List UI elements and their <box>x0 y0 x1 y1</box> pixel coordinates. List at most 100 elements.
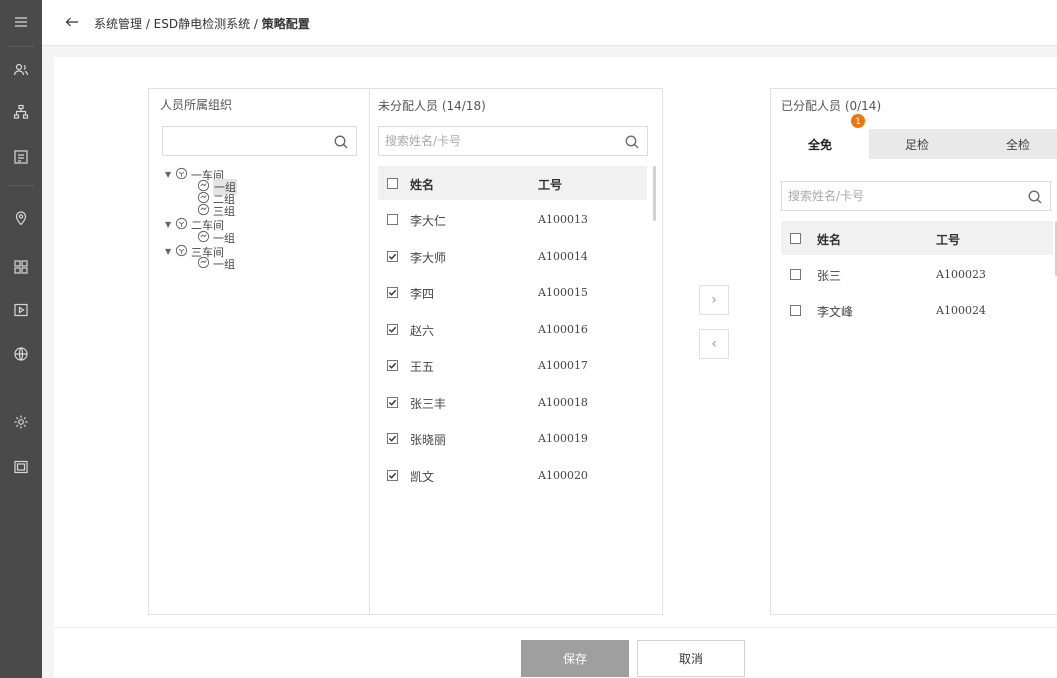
left-panel: 人员所属组织 ▼ 一车间 一组 二组 三组 ▼ 二车间 一组 ▼ 三车间 一组 未分配人员 (14/… <box>148 88 663 615</box>
row-checkbox[interactable] <box>790 305 801 316</box>
tree-node-group[interactable]: 一组 <box>197 256 235 272</box>
tab-foot-check[interactable]: 足检 <box>869 129 965 159</box>
table-row[interactable]: 张三 A100023 <box>781 257 1053 291</box>
workshop-icon <box>175 167 191 183</box>
org-chart-icon[interactable] <box>9 100 33 124</box>
row-checkbox[interactable] <box>387 323 398 335</box>
row-checkbox[interactable] <box>387 396 398 408</box>
person-name: 赵六 <box>410 323 435 338</box>
table-row[interactable]: 赵六 A100016 <box>378 312 647 346</box>
header: 系统管理 / ESD静电检测系统 / 策略配置 <box>42 0 1057 46</box>
breadcrumb-path: 系统管理 / ESD静电检测系统 / <box>94 17 262 31</box>
person-name: 李文峰 <box>817 305 854 319</box>
content-area: 人员所属组织 ▼ 一车间 一组 二组 三组 ▼ 二车间 一组 ▼ 三车间 一组 未分配人员 (14/… <box>54 57 1057 627</box>
person-id: A100013 <box>538 213 588 226</box>
device-list-icon[interactable] <box>9 145 33 169</box>
save-button[interactable]: 保存 <box>521 640 629 677</box>
search-icon[interactable] <box>624 134 640 150</box>
unassigned-scrollbar[interactable] <box>653 166 656 221</box>
person-name: 李大师 <box>410 250 447 265</box>
select-all-checkbox[interactable] <box>387 178 398 189</box>
row-checkbox[interactable] <box>387 287 398 298</box>
sidebar <box>0 0 42 678</box>
table-row[interactable]: 李文峰 A100024 <box>781 293 1053 327</box>
column-header-name: 姓名 <box>410 178 435 192</box>
globe-icon[interactable] <box>9 342 33 366</box>
video-icon[interactable] <box>9 298 33 322</box>
caret-down-icon[interactable]: ▼ <box>165 220 175 229</box>
workshop-icon <box>175 217 191 233</box>
menu-icon[interactable] <box>9 10 33 34</box>
app-root: 系统管理 / ESD静电检测系统 / 策略配置 人员所属组织 ▼ 一车间 一组 二组三… <box>0 0 1057 678</box>
person-id: A100015 <box>538 286 588 299</box>
unassigned-table-header: 姓名 工号 <box>378 166 647 200</box>
person-id: A100017 <box>538 359 588 372</box>
caret-down-icon[interactable]: ▼ <box>165 247 175 256</box>
person-id: A100014 <box>538 249 588 263</box>
group-icon <box>197 256 213 272</box>
location-icon[interactable] <box>9 206 33 230</box>
workshop-icon <box>175 244 191 260</box>
person-name: 凯文 <box>410 469 435 484</box>
footer: 保存 取消 <box>54 627 1057 678</box>
table-row[interactable]: 李四 A100015 <box>378 275 647 309</box>
person-id: A100024 <box>936 304 986 317</box>
person-id: A100016 <box>538 322 588 336</box>
tree-node-group[interactable]: 三组 <box>197 203 235 218</box>
move-left-button[interactable]: ‹ <box>699 329 729 359</box>
notification-badge: 1 <box>851 114 865 128</box>
row-checkbox[interactable] <box>387 433 398 444</box>
search-icon[interactable] <box>1027 189 1043 205</box>
panel-divider <box>369 89 370 614</box>
back-arrow-icon[interactable] <box>60 10 84 34</box>
caret-down-icon[interactable]: ▼ <box>165 170 175 179</box>
unassigned-search-box <box>378 126 648 156</box>
table-row[interactable]: 王五 A100017 <box>378 348 647 382</box>
person-name: 张晓丽 <box>410 433 447 447</box>
tree-node-label: 一组 <box>213 257 235 271</box>
person-name: 李四 <box>410 287 435 301</box>
sidebar-divider <box>8 46 34 47</box>
table-row[interactable]: 张晓丽 A100019 <box>378 421 647 455</box>
assigned-title: 已分配人员 (0/14) <box>781 99 882 113</box>
table-row[interactable]: 凯文 A100020 <box>378 458 647 492</box>
table-row[interactable]: 李大师 A100014 <box>378 239 647 273</box>
unassigned-search-input[interactable] <box>379 127 647 155</box>
assigned-search-box <box>781 181 1051 211</box>
row-checkbox[interactable] <box>387 360 398 371</box>
gear-icon[interactable] <box>9 410 33 434</box>
org-search-box <box>162 126 357 156</box>
grid-icon[interactable] <box>9 255 33 279</box>
tree-node-group[interactable]: 一组 <box>197 230 235 245</box>
table-row[interactable]: 李大仁 A100013 <box>378 202 647 236</box>
row-checkbox[interactable] <box>387 250 398 262</box>
assigned-table-header: 姓名 工号 <box>781 221 1053 255</box>
monitor-icon[interactable] <box>9 455 33 479</box>
table-row[interactable]: 张三丰 A100018 <box>378 385 647 419</box>
column-header-id: 工号 <box>936 233 961 247</box>
move-right-button[interactable]: › <box>699 285 729 315</box>
user-group-icon[interactable] <box>9 58 33 82</box>
sidebar-divider <box>8 185 34 186</box>
person-name: 张三丰 <box>410 396 447 411</box>
unassigned-title: 未分配人员 (14/18) <box>378 99 486 113</box>
person-id: A100018 <box>538 395 588 409</box>
row-checkbox[interactable] <box>387 469 398 481</box>
column-header-name: 姓名 <box>817 233 842 247</box>
breadcrumb: 系统管理 / ESD静电检测系统 / 策略配置 <box>94 15 310 32</box>
tab-full-exempt[interactable]: 全免 <box>771 129 869 159</box>
person-name: 李大仁 <box>410 214 447 228</box>
tab-full-check[interactable]: 全检 <box>965 129 1057 159</box>
org-search-input[interactable] <box>163 127 356 155</box>
select-all-checkbox[interactable] <box>790 233 801 244</box>
row-checkbox[interactable] <box>387 214 398 225</box>
assigned-search-input[interactable] <box>782 182 1050 210</box>
row-checkbox[interactable] <box>790 269 801 280</box>
person-id: A100023 <box>936 268 986 281</box>
person-name: 张三 <box>817 269 842 283</box>
breadcrumb-current: 策略配置 <box>261 17 310 31</box>
cancel-button[interactable]: 取消 <box>637 640 745 677</box>
search-icon[interactable] <box>333 134 349 150</box>
person-id: A100019 <box>538 432 588 445</box>
person-name: 王五 <box>410 360 435 374</box>
